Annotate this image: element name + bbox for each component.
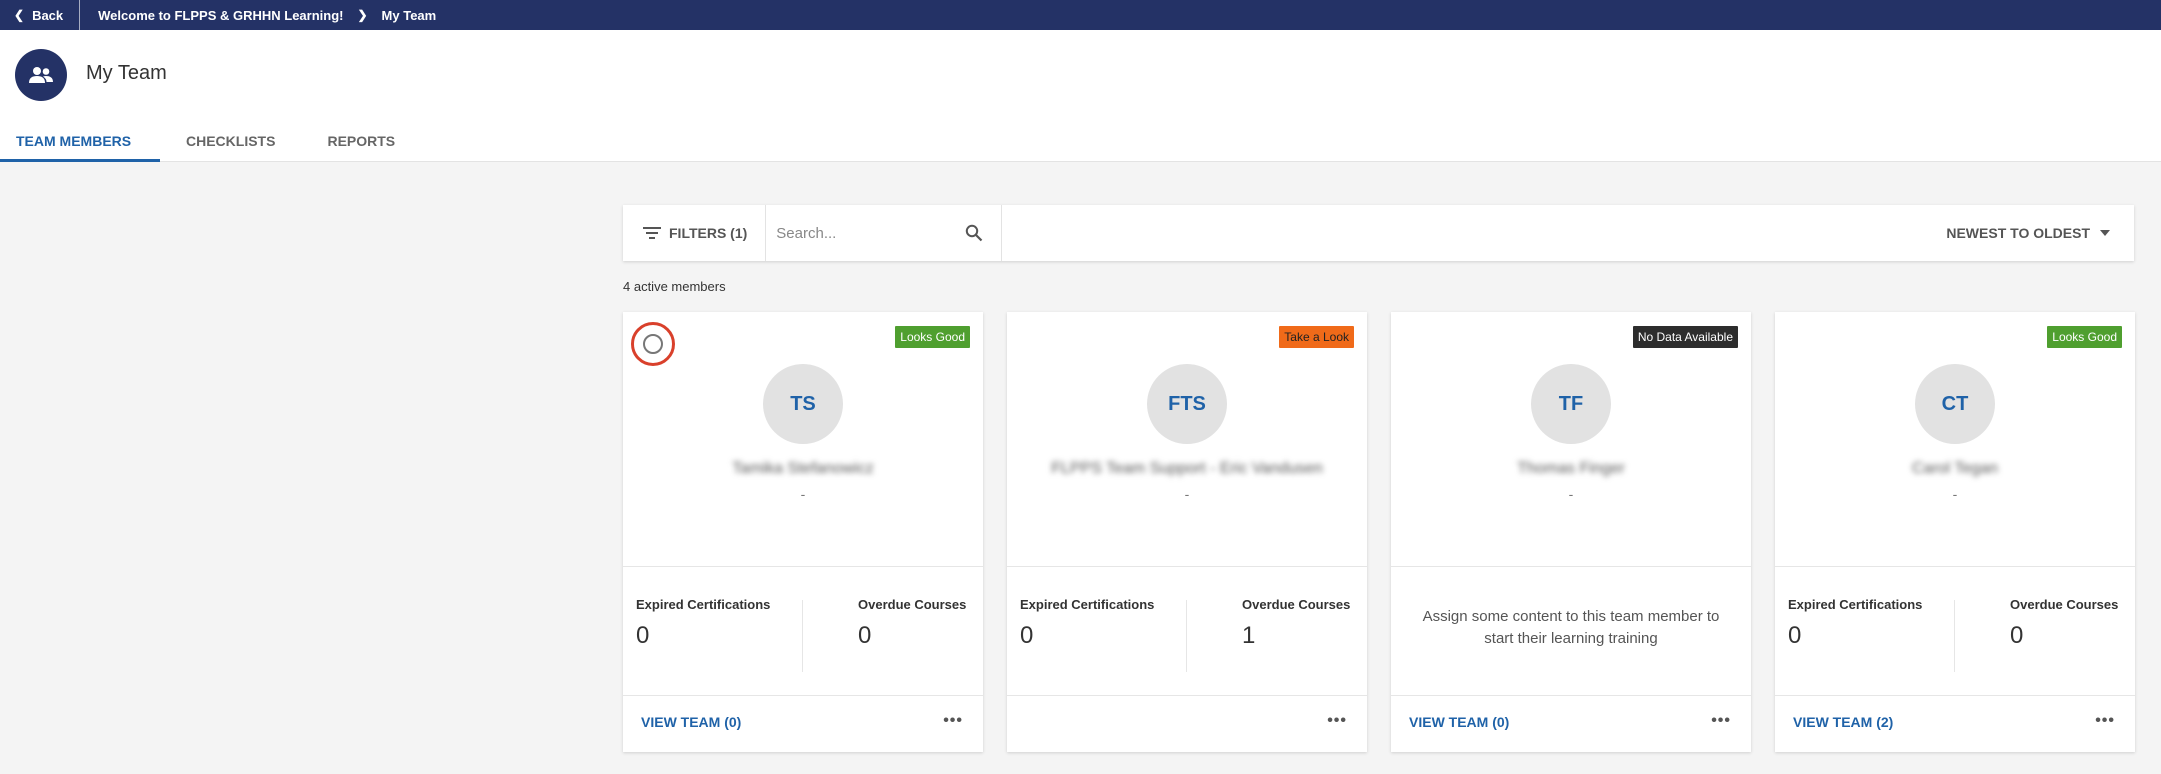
divider bbox=[1007, 566, 1367, 567]
chevron-left-icon: ❮ bbox=[14, 8, 25, 22]
avatar: FTS bbox=[1147, 364, 1227, 444]
empty-content-message: Assign some content to this team member … bbox=[1422, 608, 1720, 647]
filters-button[interactable]: FILTERS (1) bbox=[623, 205, 767, 261]
more-options-icon[interactable]: ••• bbox=[2095, 712, 2115, 730]
stat-value: 0 bbox=[1020, 622, 1034, 649]
member-card: Looks Good CT Carol Tegan - Expired Cert… bbox=[1775, 312, 2135, 752]
status-badge: Looks Good bbox=[2047, 326, 2122, 348]
divider bbox=[1391, 566, 1751, 567]
stat-label: Expired Certifications bbox=[636, 597, 771, 612]
expired-certifications-stat: Expired Certifications 0 bbox=[1788, 594, 1938, 650]
divider bbox=[623, 566, 983, 567]
overdue-courses-stat: Overdue Courses 0 bbox=[858, 594, 968, 650]
member-card: Take a Look FTS FLPPS Team Support - Eri… bbox=[1007, 312, 1367, 752]
stat-label: Overdue Courses bbox=[1242, 597, 1351, 612]
member-subtitle: - bbox=[1568, 486, 1574, 502]
sort-label: NEWEST TO OLDEST bbox=[1946, 225, 2090, 241]
stat-value: 0 bbox=[858, 622, 872, 649]
team-icon bbox=[15, 49, 67, 101]
member-name[interactable]: Tamika Stefanowicz bbox=[623, 460, 983, 478]
back-label: Back bbox=[32, 7, 64, 23]
member-card: Looks Good TS Tamika Stefanowicz - Expir… bbox=[623, 312, 983, 752]
stat-value: 0 bbox=[636, 622, 650, 649]
divider bbox=[1007, 695, 1367, 696]
member-subtitle: - bbox=[1952, 486, 1958, 502]
back-button[interactable]: ❮ Back bbox=[0, 0, 81, 30]
active-members-count: 4 active members bbox=[623, 279, 726, 294]
member-subtitle: - bbox=[1184, 486, 1190, 502]
avatar: TS bbox=[763, 364, 843, 444]
divider bbox=[1954, 600, 1955, 672]
stat-label: Expired Certifications bbox=[1788, 597, 1923, 612]
stat-label: Expired Certifications bbox=[1020, 597, 1155, 612]
tab-checklists[interactable]: CHECKLISTS bbox=[170, 126, 291, 162]
more-options-icon[interactable]: ••• bbox=[943, 712, 963, 730]
filter-icon bbox=[643, 227, 661, 239]
filters-label: FILTERS (1) bbox=[669, 225, 748, 241]
page-title: My Team bbox=[86, 62, 167, 84]
search-box bbox=[766, 205, 1003, 261]
stat-value: 0 bbox=[2010, 622, 2024, 649]
member-name[interactable]: Thomas Finger bbox=[1391, 460, 1751, 478]
more-options-icon[interactable]: ••• bbox=[1327, 712, 1347, 730]
view-team-link[interactable]: VIEW TEAM (2) bbox=[1793, 714, 1893, 730]
tab-reports[interactable]: REPORTS bbox=[311, 126, 411, 162]
divider bbox=[623, 695, 983, 696]
member-name[interactable]: Carol Tegan bbox=[1775, 460, 2135, 478]
expired-certifications-stat: Expired Certifications 0 bbox=[1020, 594, 1170, 650]
divider bbox=[1186, 600, 1187, 672]
page-header: My Team TEAM MEMBERS CHECKLISTS REPORTS bbox=[0, 30, 2161, 162]
sort-dropdown[interactable]: NEWEST TO OLDEST bbox=[1946, 225, 2110, 241]
search-input[interactable] bbox=[776, 224, 967, 242]
overdue-courses-stat: Overdue Courses 1 bbox=[1242, 594, 1352, 650]
caret-down-icon bbox=[2100, 230, 2110, 236]
view-team-link[interactable]: VIEW TEAM (0) bbox=[641, 714, 741, 730]
stat-value: 0 bbox=[1788, 622, 1802, 649]
tab-bar: TEAM MEMBERS CHECKLISTS REPORTS bbox=[0, 126, 411, 162]
status-badge: Looks Good bbox=[895, 326, 970, 348]
avatar: TF bbox=[1531, 364, 1611, 444]
breadcrumb-home[interactable]: Welcome to FLPPS & GRHHN Learning! bbox=[98, 8, 343, 23]
divider bbox=[802, 600, 803, 672]
stat-label: Overdue Courses bbox=[2010, 597, 2119, 612]
avatar: CT bbox=[1915, 364, 1995, 444]
overdue-courses-stat: Overdue Courses 0 bbox=[2010, 594, 2120, 650]
divider bbox=[1775, 566, 2135, 567]
status-badge: Take a Look bbox=[1279, 326, 1354, 348]
expired-certifications-stat: Expired Certifications 0 bbox=[636, 594, 786, 650]
member-name[interactable]: FLPPS Team Support - Eric Vandusen bbox=[1007, 460, 1367, 478]
more-options-icon[interactable]: ••• bbox=[1711, 712, 1731, 730]
stat-value: 1 bbox=[1242, 622, 1256, 649]
view-team-link[interactable]: VIEW TEAM (0) bbox=[1409, 714, 1509, 730]
search-icon[interactable] bbox=[965, 224, 983, 247]
member-card: No Data Available TF Thomas Finger - Ass… bbox=[1391, 312, 1751, 752]
status-badge: No Data Available bbox=[1632, 326, 1738, 348]
divider bbox=[1775, 695, 2135, 696]
filter-toolbar: FILTERS (1) NEWEST TO OLDEST bbox=[623, 205, 2134, 261]
select-radio[interactable] bbox=[631, 322, 675, 366]
chevron-right-icon: ❯ bbox=[357, 8, 368, 22]
stat-label: Overdue Courses bbox=[858, 597, 967, 612]
top-nav-bar: ❮ Back Welcome to FLPPS & GRHHN Learning… bbox=[0, 0, 2161, 30]
radio-circle bbox=[643, 334, 663, 354]
breadcrumb: Welcome to FLPPS & GRHHN Learning! ❯ My … bbox=[80, 8, 436, 23]
tab-team-members[interactable]: TEAM MEMBERS bbox=[0, 126, 160, 162]
member-subtitle: - bbox=[800, 486, 806, 502]
divider bbox=[1391, 695, 1751, 696]
breadcrumb-current: My Team bbox=[381, 7, 437, 23]
